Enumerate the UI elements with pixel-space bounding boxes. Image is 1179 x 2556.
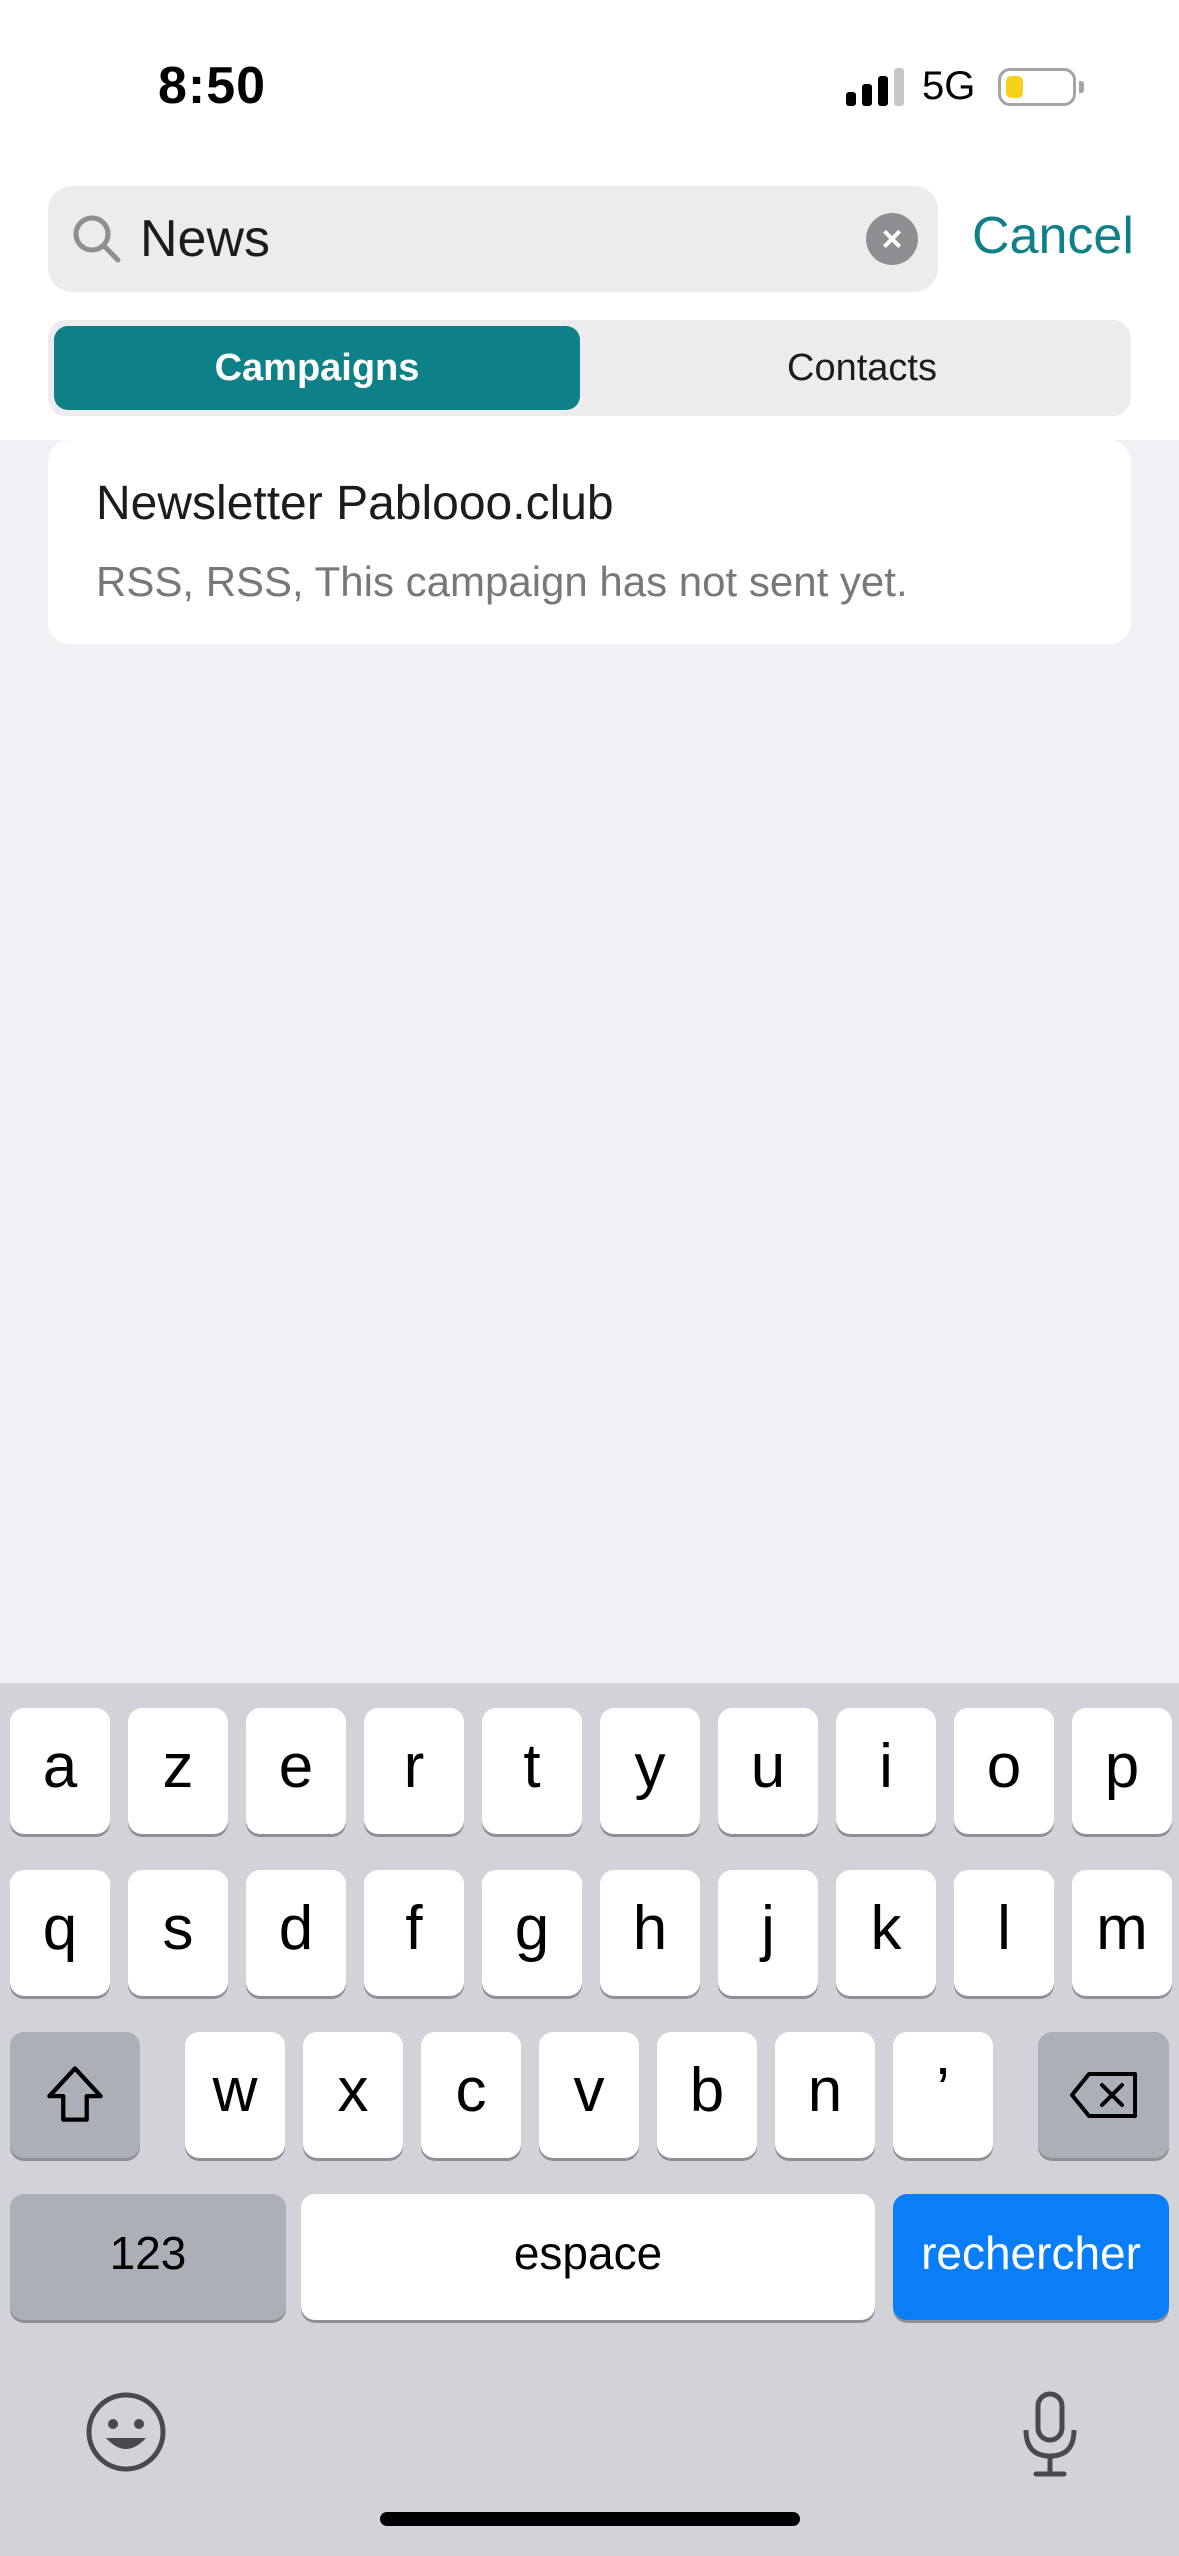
key-a[interactable]: a xyxy=(10,1708,110,1834)
space-key[interactable]: espace xyxy=(301,2194,875,2320)
clear-icon[interactable]: × xyxy=(866,213,918,265)
cancel-button[interactable]: Cancel xyxy=(972,206,1134,266)
key-i[interactable]: i xyxy=(836,1708,936,1834)
key-t[interactable]: t xyxy=(482,1708,582,1834)
search-return-key[interactable]: rechercher xyxy=(893,2194,1169,2320)
cellular-signal-icon xyxy=(846,66,906,106)
key-s[interactable]: s xyxy=(128,1870,228,1996)
key-x[interactable]: x xyxy=(303,2032,403,2158)
key-v[interactable]: v xyxy=(539,2032,639,2158)
key-apostrophe[interactable]: ’ xyxy=(893,2032,993,2158)
backspace-icon xyxy=(1069,2072,1137,2118)
key-r[interactable]: r xyxy=(364,1708,464,1834)
key-j[interactable]: j xyxy=(718,1870,818,1996)
key-l[interactable]: l xyxy=(954,1870,1054,1996)
key-u[interactable]: u xyxy=(718,1708,818,1834)
key-m[interactable]: m xyxy=(1072,1870,1172,1996)
search-icon xyxy=(73,215,121,263)
shift-icon xyxy=(47,2066,103,2122)
shift-key[interactable] xyxy=(10,2032,140,2158)
home-indicator[interactable] xyxy=(380,2512,800,2526)
key-w[interactable]: w xyxy=(185,2032,285,2158)
key-d[interactable]: d xyxy=(246,1870,346,1996)
key-f[interactable]: f xyxy=(364,1870,464,1996)
list-item[interactable]: Newsletter Pablooo.club RSS, RSS, This c… xyxy=(48,440,1131,644)
battery-icon xyxy=(998,68,1084,106)
key-q[interactable]: q xyxy=(10,1870,110,1996)
key-y[interactable]: y xyxy=(600,1708,700,1834)
key-e[interactable]: e xyxy=(246,1708,346,1834)
search-bar[interactable]: × xyxy=(48,186,938,292)
key-z[interactable]: z xyxy=(128,1708,228,1834)
key-o[interactable]: o xyxy=(954,1708,1054,1834)
search-input[interactable] xyxy=(140,200,880,278)
campaign-title: Newsletter Pablooo.club xyxy=(96,477,614,530)
key-g[interactable]: g xyxy=(482,1870,582,1996)
network-type: 5G xyxy=(922,64,976,108)
microphone-icon[interactable] xyxy=(1018,2390,1082,2480)
backspace-key[interactable] xyxy=(1038,2032,1169,2158)
campaign-subtitle: RSS, RSS, This campaign has not sent yet… xyxy=(96,558,908,605)
key-c[interactable]: c xyxy=(421,2032,521,2158)
numbers-key[interactable]: 123 xyxy=(10,2194,286,2320)
emoji-icon[interactable] xyxy=(84,2390,168,2474)
tab-contacts[interactable]: Contacts xyxy=(599,326,1125,410)
key-b[interactable]: b xyxy=(657,2032,757,2158)
tab-campaigns[interactable]: Campaigns xyxy=(54,326,580,410)
segmented-control: Campaigns Contacts xyxy=(48,320,1131,416)
key-k[interactable]: k xyxy=(836,1870,936,1996)
header-area: 8:50 5G × Cancel Campaigns Contacts xyxy=(0,0,1179,440)
status-time: 8:50 xyxy=(158,57,267,115)
key-h[interactable]: h xyxy=(600,1870,700,1996)
key-n[interactable]: n xyxy=(775,2032,875,2158)
key-p[interactable]: p xyxy=(1072,1708,1172,1834)
